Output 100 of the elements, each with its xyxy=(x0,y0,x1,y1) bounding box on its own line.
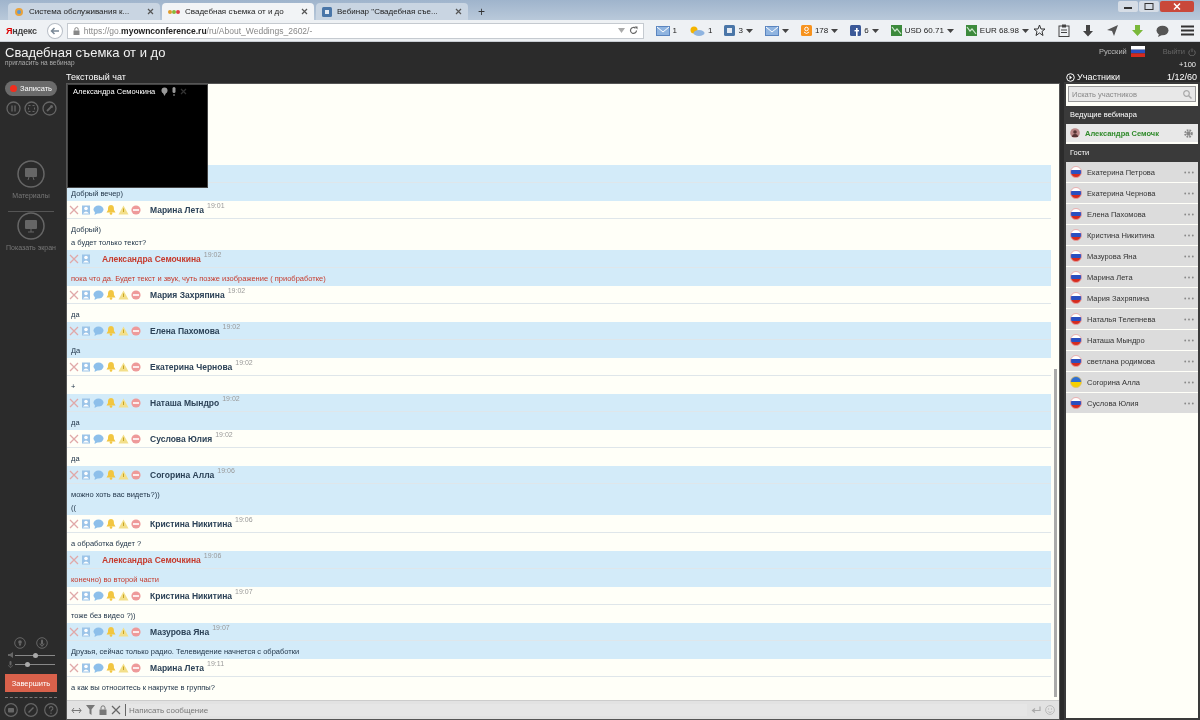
author-name[interactable]: Елена Пахомова xyxy=(150,325,220,336)
more-icon[interactable] xyxy=(1184,233,1194,237)
close-icon[interactable] xyxy=(1160,1,1194,12)
monitor-icon[interactable] xyxy=(17,212,45,240)
pause-icon[interactable] xyxy=(5,101,21,116)
bell-icon[interactable] xyxy=(106,662,116,673)
delete-icon[interactable] xyxy=(69,397,79,408)
bell-icon[interactable] xyxy=(106,361,116,372)
warning-icon[interactable] xyxy=(118,289,129,300)
user-card-icon[interactable] xyxy=(81,253,91,264)
chat-bubble-icon[interactable] xyxy=(1156,24,1169,37)
speech-bubble-icon[interactable] xyxy=(93,204,104,215)
smiley-icon[interactable] xyxy=(1045,705,1055,715)
reload-icon[interactable] xyxy=(628,26,638,35)
bell-icon[interactable] xyxy=(106,289,116,300)
delete-icon[interactable] xyxy=(69,433,79,444)
author-name[interactable]: Наташа Мындро xyxy=(150,397,220,408)
microphone-icon[interactable] xyxy=(36,637,48,649)
user-card-icon[interactable] xyxy=(81,289,91,300)
scrollbar-thumb[interactable] xyxy=(1054,369,1057,697)
filter-icon[interactable] xyxy=(86,705,95,715)
author-name[interactable]: Марина Лета xyxy=(150,204,205,215)
author-name[interactable]: Мазурова Яна xyxy=(150,626,210,637)
more-icon[interactable] xyxy=(1184,212,1194,216)
more-icon[interactable] xyxy=(1184,380,1194,384)
toolbar-widget[interactable]: USD 60.71 xyxy=(890,25,954,36)
speech-bubble-icon[interactable] xyxy=(93,626,104,637)
delete-icon[interactable] xyxy=(69,361,79,372)
clear-icon[interactable] xyxy=(111,705,121,715)
menu-icon[interactable] xyxy=(1181,25,1194,36)
new-tab-button[interactable]: + xyxy=(470,3,493,20)
warning-icon[interactable] xyxy=(118,361,129,372)
bell-icon[interactable] xyxy=(106,626,116,637)
camera-icon[interactable] xyxy=(4,703,18,717)
delete-icon[interactable] xyxy=(69,662,79,673)
star-icon[interactable] xyxy=(1033,24,1046,37)
author-name[interactable]: Кристина Никитина xyxy=(150,518,233,529)
warning-icon[interactable] xyxy=(118,397,129,408)
send-icon[interactable] xyxy=(1106,24,1119,37)
warning-icon[interactable] xyxy=(118,469,129,480)
warning-icon[interactable] xyxy=(118,662,129,673)
user-card-icon[interactable] xyxy=(81,433,91,444)
toolbar-widget[interactable]: EUR 68.98 xyxy=(965,25,1029,36)
fullscreen-icon[interactable] xyxy=(23,101,39,116)
clipboard-icon[interactable] xyxy=(1058,24,1070,37)
speech-bubble-icon[interactable] xyxy=(93,433,104,444)
minimize-icon[interactable] xyxy=(1118,1,1138,12)
toolbar-widget[interactable] xyxy=(764,25,789,36)
bell-icon[interactable] xyxy=(106,469,116,480)
user-card-icon[interactable] xyxy=(81,662,91,673)
warning-icon[interactable] xyxy=(118,433,129,444)
toolbar-widget[interactable]: 1 xyxy=(655,25,677,36)
block-icon[interactable] xyxy=(131,626,141,637)
author-name[interactable]: Екатерина Чернова xyxy=(150,361,233,372)
user-card-icon[interactable] xyxy=(81,397,91,408)
block-icon[interactable] xyxy=(131,518,141,529)
block-icon[interactable] xyxy=(131,289,141,300)
user-card-icon[interactable] xyxy=(81,518,91,529)
bell-icon[interactable] xyxy=(106,397,116,408)
block-icon[interactable] xyxy=(131,325,141,336)
delete-icon[interactable] xyxy=(69,325,79,336)
speech-bubble-icon[interactable] xyxy=(93,361,104,372)
warning-icon[interactable] xyxy=(118,626,129,637)
speech-bubble-icon[interactable] xyxy=(93,469,104,480)
delete-icon[interactable] xyxy=(69,518,79,529)
toolbar-widget[interactable]: 6 xyxy=(850,25,879,36)
help-icon[interactable] xyxy=(44,703,58,717)
user-card-icon[interactable] xyxy=(81,325,91,336)
speech-bubble-icon[interactable] xyxy=(93,518,104,529)
message-input[interactable]: Написать сообщение xyxy=(125,704,1027,716)
author-name[interactable]: Согорина Алла xyxy=(150,469,215,480)
delete-icon[interactable] xyxy=(69,289,79,300)
more-icon[interactable] xyxy=(1184,191,1194,195)
delete-icon[interactable] xyxy=(69,469,79,480)
user-card-icon[interactable] xyxy=(81,590,91,601)
delete-icon[interactable] xyxy=(69,253,79,264)
camera-pin-icon[interactable] xyxy=(14,637,26,649)
browser-logo[interactable]: Яндекс xyxy=(6,25,37,36)
author-name[interactable]: Суслова Юлия xyxy=(150,433,213,444)
toolbar-widget[interactable]: 178 xyxy=(800,25,839,36)
block-icon[interactable] xyxy=(131,469,141,480)
warning-icon[interactable] xyxy=(118,204,129,215)
toolbar-widget[interactable]: 1 xyxy=(689,25,713,36)
warning-icon[interactable] xyxy=(118,325,129,336)
speech-bubble-icon[interactable] xyxy=(93,325,104,336)
settings-icon[interactable] xyxy=(1183,127,1194,139)
presentation-icon[interactable] xyxy=(17,160,45,188)
speech-bubble-icon[interactable] xyxy=(93,662,104,673)
block-icon[interactable] xyxy=(131,662,141,673)
more-icon[interactable] xyxy=(1184,275,1194,279)
author-name[interactable]: Мария Захряпина xyxy=(150,289,225,300)
delete-icon[interactable] xyxy=(69,554,79,565)
back-button[interactable] xyxy=(46,22,63,39)
user-card-icon[interactable] xyxy=(81,204,91,215)
warning-icon[interactable] xyxy=(118,590,129,601)
enter-icon[interactable] xyxy=(1031,706,1041,714)
delete-icon[interactable] xyxy=(69,590,79,601)
bell-icon[interactable] xyxy=(106,325,116,336)
more-icon[interactable] xyxy=(1184,296,1194,300)
lock-icon[interactable] xyxy=(99,705,107,715)
